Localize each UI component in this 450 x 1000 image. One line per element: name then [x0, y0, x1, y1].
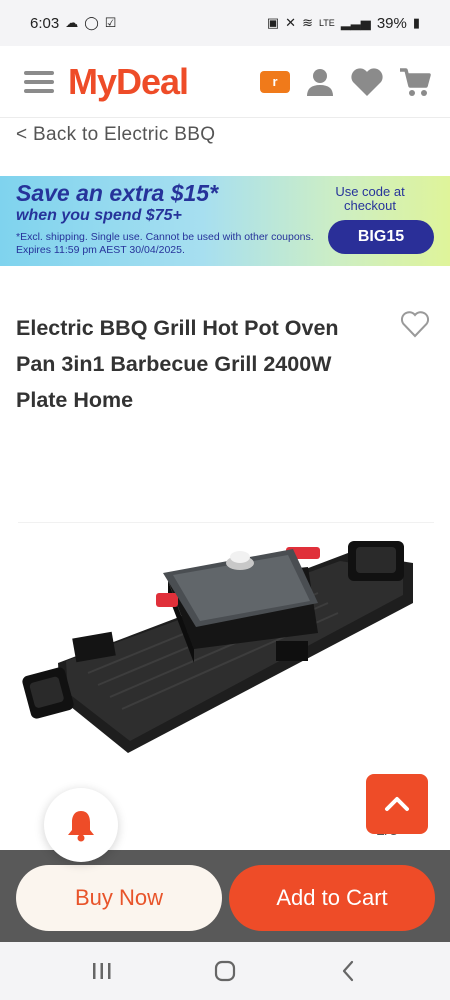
- promo-title: Save an extra $15*: [16, 180, 219, 206]
- back-link[interactable]: < Back to Electric BBQ: [16, 124, 215, 146]
- home-button[interactable]: [205, 951, 245, 991]
- grill-illustration: [22, 541, 413, 753]
- chevron-up-icon: [385, 797, 409, 811]
- notification-button[interactable]: [44, 788, 118, 862]
- whatsapp-icon: ◯: [84, 15, 99, 30]
- buy-now-button[interactable]: Buy Now: [16, 865, 222, 931]
- home-icon: [214, 960, 236, 982]
- logo[interactable]: MyDeal: [68, 61, 189, 103]
- lock-icon: ▣: [266, 15, 280, 30]
- promo-code-button[interactable]: BIG15: [328, 220, 434, 254]
- back-icon: [343, 960, 354, 982]
- signal-icon: ▂▃▅: [340, 15, 371, 30]
- battery-level: 39%: [376, 14, 407, 32]
- promo-code-label: Use code at checkout: [335, 184, 405, 213]
- status-bar: 6:03 ☁ ◯ ☑ ▣ ✕ ≋ LTE ▂▃▅ 39% ▮: [0, 0, 450, 46]
- promo-subtitle: when you spend $75+: [16, 207, 182, 224]
- product-image[interactable]: [18, 522, 434, 784]
- status-time: 6:03: [30, 14, 60, 32]
- check-icon: ☑: [104, 15, 117, 30]
- user-icon[interactable]: [304, 66, 336, 98]
- battery-icon: ▮: [412, 15, 420, 30]
- product-title: Electric BBQ Grill Hot Pot Oven Pan 3in1…: [16, 316, 339, 412]
- wifi-icon: ≋: [302, 15, 313, 30]
- heart-icon[interactable]: [350, 67, 384, 97]
- back-button[interactable]: [328, 951, 368, 991]
- promo-banner[interactable]: Save an extra $15* when you spend $75+ *…: [0, 176, 450, 266]
- site-header: MyDeal r: [0, 46, 450, 118]
- action-bar: Buy Now Add to Cart: [0, 850, 450, 942]
- network-label: LTE: [318, 18, 335, 28]
- cart-icon[interactable]: [398, 66, 432, 98]
- scroll-to-top-button[interactable]: [366, 774, 428, 834]
- recent-apps-icon: [92, 963, 111, 979]
- rewards-badge[interactable]: r: [260, 70, 290, 93]
- cloud-icon: ☁: [65, 15, 79, 30]
- wishlist-heart-icon[interactable]: [400, 310, 430, 338]
- recent-apps-button[interactable]: [82, 951, 122, 991]
- add-to-cart-button[interactable]: Add to Cart: [229, 865, 435, 931]
- mute-icon: ✕: [285, 15, 297, 30]
- menu-icon[interactable]: [24, 70, 54, 93]
- system-nav-bar: [0, 942, 450, 1000]
- promo-fine-print: *Excl. shipping. Single use. Cannot be u…: [16, 231, 314, 256]
- bell-icon: [68, 811, 94, 842]
